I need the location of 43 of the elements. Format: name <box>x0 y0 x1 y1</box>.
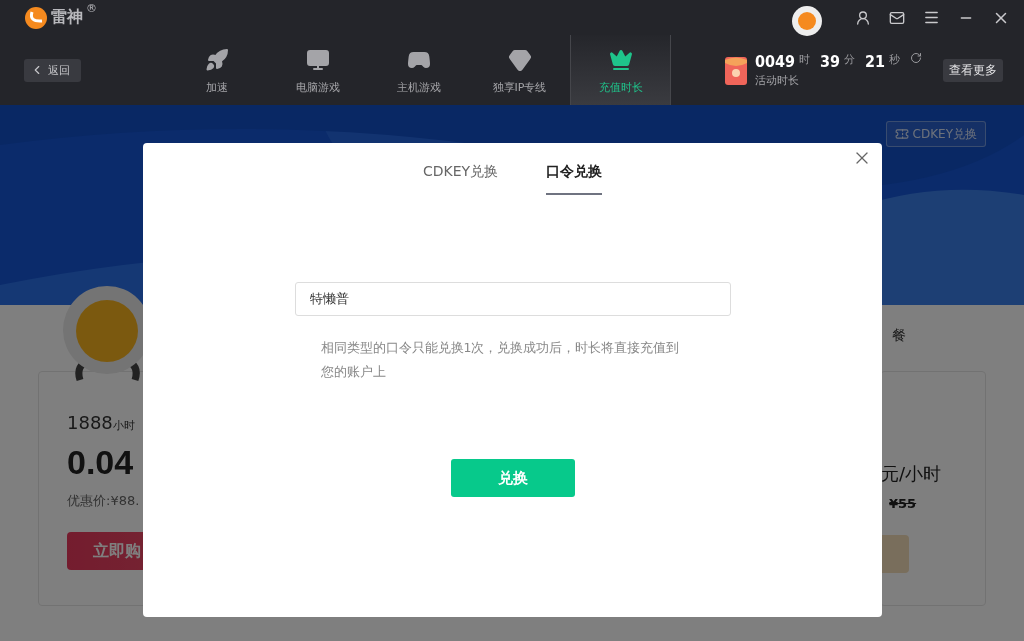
nav-tab[interactable]: 电脑游戏 <box>267 35 368 105</box>
minutes-unit: 分 <box>844 52 856 67</box>
nav-tab-label: 独享IP专线 <box>492 80 547 95</box>
hint-text: 相同类型的口令只能兑换1次，兑换成功后，时长将直接充值到您的账户上 <box>320 339 681 381</box>
nav-tab[interactable]: 充值时长 <box>570 35 671 105</box>
dialog-tab[interactable]: 口令兑换 <box>546 163 603 195</box>
timer-label: 活动时长 <box>755 73 800 88</box>
nav-tab[interactable]: 独享IP专线 <box>469 35 570 105</box>
package-price: 0.04 <box>67 443 135 482</box>
nav-tab-label: 主机游戏 <box>396 80 441 95</box>
hours-unit: 时 <box>799 52 811 67</box>
registered-mark: ® <box>86 1 97 15</box>
nav-tab[interactable]: 主机游戏 <box>368 35 469 105</box>
discount-price: 优惠价:¥88. <box>67 492 141 510</box>
seconds-unit: 秒 <box>889 52 901 67</box>
seconds-value: 21 <box>865 52 886 71</box>
back-button[interactable]: 返回 <box>24 58 81 82</box>
nav-tab[interactable]: 加速 <box>166 35 267 105</box>
original-price: ¥55 <box>889 496 917 511</box>
section-heading: 餐 <box>892 327 906 345</box>
refresh-icon[interactable] <box>910 52 923 64</box>
nav-tab-label: 加速 <box>205 80 228 95</box>
unit-price: 元/小时 <box>881 462 942 486</box>
rocket-icon <box>204 48 229 72</box>
crown-icon <box>608 48 633 72</box>
hours-value: 0049 <box>755 52 796 71</box>
logo-icon <box>24 5 48 30</box>
nav-tab-label: 充值时长 <box>598 80 643 95</box>
ticket-icon <box>894 127 909 141</box>
gem-icon <box>507 48 532 72</box>
logo-text: 雷神 <box>51 7 83 28</box>
avatar[interactable] <box>791 4 823 37</box>
buy-button[interactable] <box>881 535 909 573</box>
more-button[interactable]: 查看更多 <box>943 58 1003 82</box>
minutes-value: 39 <box>820 52 841 71</box>
nav-tab-label: 电脑游戏 <box>295 80 340 95</box>
dialog-tab[interactable]: CDKEY兑换 <box>422 163 499 195</box>
menu-icon[interactable] <box>923 9 940 26</box>
mail-icon[interactable] <box>889 9 905 26</box>
user-icon[interactable] <box>855 9 871 26</box>
package-hours: 1888小时 <box>67 412 136 433</box>
code-input-field[interactable]: 特懒普 <box>294 282 731 316</box>
monitor-icon <box>305 48 330 72</box>
